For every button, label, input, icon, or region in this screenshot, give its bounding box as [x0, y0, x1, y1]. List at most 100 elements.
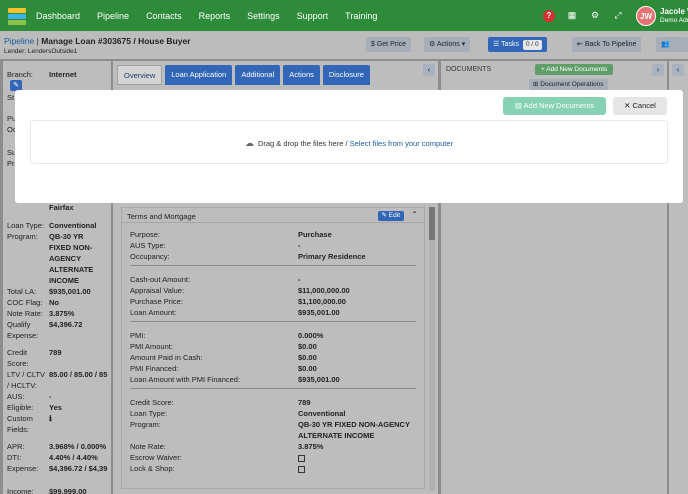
back-label: Back To Pipeline — [584, 41, 637, 48]
field-value: 3.875% — [298, 442, 324, 451]
sidebar-row-label: Qualify — [7, 320, 31, 329]
city-value: Fairfax — [49, 203, 74, 212]
checkbox[interactable] — [298, 454, 305, 462]
back-to-pipeline-button[interactable]: ⇤ Back To Pipeline — [572, 37, 642, 52]
tab-disclosure[interactable]: Disclosure — [322, 65, 370, 85]
divider — [130, 265, 416, 266]
sidebar-row-label: Total LA: — [7, 287, 37, 296]
field-value: $0.00 — [298, 342, 317, 351]
field-value: $0.00 — [298, 364, 317, 373]
field-label: AUS Type: — [130, 241, 166, 250]
settings-icon[interactable]: ⚙ — [590, 10, 600, 21]
close-icon: ✕ — [624, 101, 633, 110]
field-label: PMI: — [130, 331, 146, 340]
collapse-left-icon[interactable]: ‹ — [423, 64, 435, 76]
field-label: Lock & Shop: — [130, 464, 175, 473]
sidebar-row-label: Income: — [7, 487, 34, 494]
tab-additional[interactable]: Additional — [235, 65, 281, 85]
field-label: Loan Type: — [130, 409, 167, 418]
field-label: Amount Paid in Cash: — [130, 353, 203, 362]
calendar-icon[interactable]: ▦ — [567, 10, 577, 21]
field-value: $0.00 — [298, 353, 317, 362]
field-value: Purchase — [298, 230, 332, 239]
field-label: Note Rate: — [130, 442, 166, 451]
field-value — [298, 464, 305, 473]
field-label: Purpose: — [130, 230, 161, 239]
actions-button[interactable]: ⚙ Actions ▾ — [424, 37, 471, 52]
sidebar-row-label: Custom — [7, 414, 33, 423]
cloud-upload-icon: ☁ — [244, 138, 254, 148]
sidebar-row-value: FIXED NON- — [49, 243, 93, 252]
select-files-link[interactable]: Select files from your computer — [350, 139, 453, 148]
sidebar-row-value: Conventional — [49, 221, 97, 230]
breadcrumb-separator: | — [36, 36, 39, 46]
field-value — [298, 453, 305, 462]
sidebar-row-label: Score: — [7, 359, 29, 368]
add-new-documents-button[interactable]: + Add New Documents — [535, 64, 614, 75]
modal-add-new-documents-button[interactable]: ▤ Add New Documents — [503, 97, 606, 115]
field-value: $1,100,000.00 — [298, 297, 346, 306]
help-icon[interactable]: ? — [543, 9, 555, 22]
nav-item-support[interactable]: Support — [297, 11, 329, 21]
nav-item-contacts[interactable]: Contacts — [146, 11, 182, 21]
nav-item-settings[interactable]: Settings — [247, 11, 280, 21]
tab-overview[interactable]: Overview — [117, 65, 163, 85]
user-info[interactable]: Jacole Wang Demo Admin — [660, 7, 688, 25]
expand-far-icon[interactable]: ‹ — [672, 64, 684, 76]
document-operations-button[interactable]: ⊞ Document Operations — [529, 79, 608, 90]
field-label: Cash-out Amount: — [130, 275, 191, 284]
breadcrumb: Pipeline | Manage Loan #303675 / House B… — [4, 36, 191, 46]
chevron-up-icon[interactable]: ⌃ — [411, 210, 418, 219]
gear-icon: ⚙ — [429, 41, 437, 48]
checkbox[interactable] — [298, 465, 305, 473]
user-role: Demo Admin — [660, 16, 688, 24]
nav-item-pipeline[interactable]: Pipeline — [97, 11, 129, 21]
sidebar-row-value: INCOME — [49, 276, 79, 285]
avatar[interactable]: JW — [636, 5, 656, 26]
field-value: - — [298, 241, 301, 250]
nav-item-reports[interactable]: Reports — [199, 11, 231, 21]
edit-button[interactable]: ✎ Edit — [377, 211, 404, 221]
field-value: ALTERNATE INCOME — [298, 431, 375, 440]
field-value: Primary Residence — [298, 252, 366, 261]
sidebar-row-value: QB-30 YR — [49, 232, 84, 241]
top-nav: Dashboard Pipeline Contacts Reports Settings… — [0, 0, 688, 31]
field-label: Appraisal Value: — [130, 286, 185, 295]
scrollbar-thumb[interactable] — [429, 207, 435, 240]
cancel-button[interactable]: ✕ Cancel — [613, 97, 667, 115]
tasks-label: Tasks — [501, 41, 519, 48]
contacts-button[interactable]: 👥 — [656, 37, 688, 52]
document-operations-label: Document Operations — [540, 81, 604, 88]
tasks-count: 0 / 0 — [523, 40, 542, 50]
documents-label: DOCUMENTS — [446, 66, 492, 73]
expand-icon[interactable]: ⤢ — [613, 10, 623, 21]
file-dropzone[interactable]: ☁ Drag & drop the files here / Select fil… — [30, 120, 668, 164]
list-icon: ☰ — [493, 41, 502, 48]
pencil-icon: ✎ — [381, 212, 389, 219]
branch-value: Internet — [49, 70, 77, 79]
nav-menu: Dashboard Pipeline Contacts Reports Settings… — [36, 11, 394, 21]
sidebar-row-label: Note Rate: — [7, 309, 43, 318]
sidebar-row-value: AGENCY — [49, 254, 82, 263]
nav-item-training[interactable]: Training — [345, 11, 377, 21]
sidebar-row-value: No — [49, 298, 59, 307]
sidebar-row-label: Eligible: — [7, 403, 34, 412]
app-logo[interactable] — [6, 5, 28, 27]
nav-item-dashboard[interactable]: Dashboard — [36, 11, 80, 21]
tab-loan-application[interactable]: Loan Application — [165, 65, 233, 85]
sidebar-row-label: Credit — [7, 348, 28, 357]
divider — [130, 321, 416, 322]
collapse-right-icon[interactable]: › — [652, 64, 664, 76]
get-price-button[interactable]: $ Get Price — [366, 37, 412, 52]
tasks-button[interactable]: ☰ Tasks 0 / 0 — [488, 37, 547, 52]
breadcrumb-pipeline-link[interactable]: Pipeline — [4, 36, 34, 46]
sidebar-row-label: Expense: — [7, 331, 39, 340]
drop-text: Drag & drop the files here / — [257, 139, 348, 148]
divider — [130, 388, 416, 389]
sidebar-row-label: LTV / CLTV — [7, 370, 46, 379]
scrollbar[interactable] — [429, 207, 435, 491]
page-title: Manage Loan #303675 / House Buyer — [41, 36, 191, 46]
sidebar-row-label: AUS: — [7, 392, 25, 401]
tab-actions[interactable]: Actions — [283, 65, 320, 85]
field-label: Credit Score: — [130, 398, 174, 407]
